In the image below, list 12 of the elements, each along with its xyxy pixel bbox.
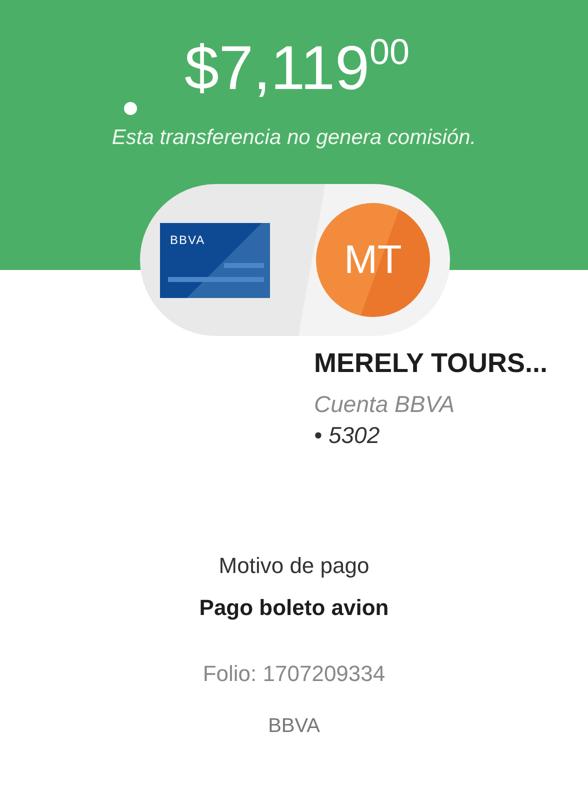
card-bank-name: BBVA (170, 232, 206, 246)
folio: Folio: 1707209334 (202, 661, 386, 687)
account-number: • 5302 (314, 422, 381, 449)
recipient-avatar: MT (316, 203, 430, 317)
recipient-name: MERELY TOURS... (314, 348, 549, 379)
dot-icon (124, 102, 137, 115)
commission-note: Esta transferencia no genera comisión. (112, 126, 476, 150)
amount: $7,119$^{00}$ (183, 36, 410, 102)
bank-name: BBVA (268, 715, 320, 738)
motive-label: Motivo de pago (218, 553, 370, 579)
account-type: Cuenta BBVA (314, 391, 456, 418)
motive-value: Pago boleto avion (199, 595, 389, 621)
